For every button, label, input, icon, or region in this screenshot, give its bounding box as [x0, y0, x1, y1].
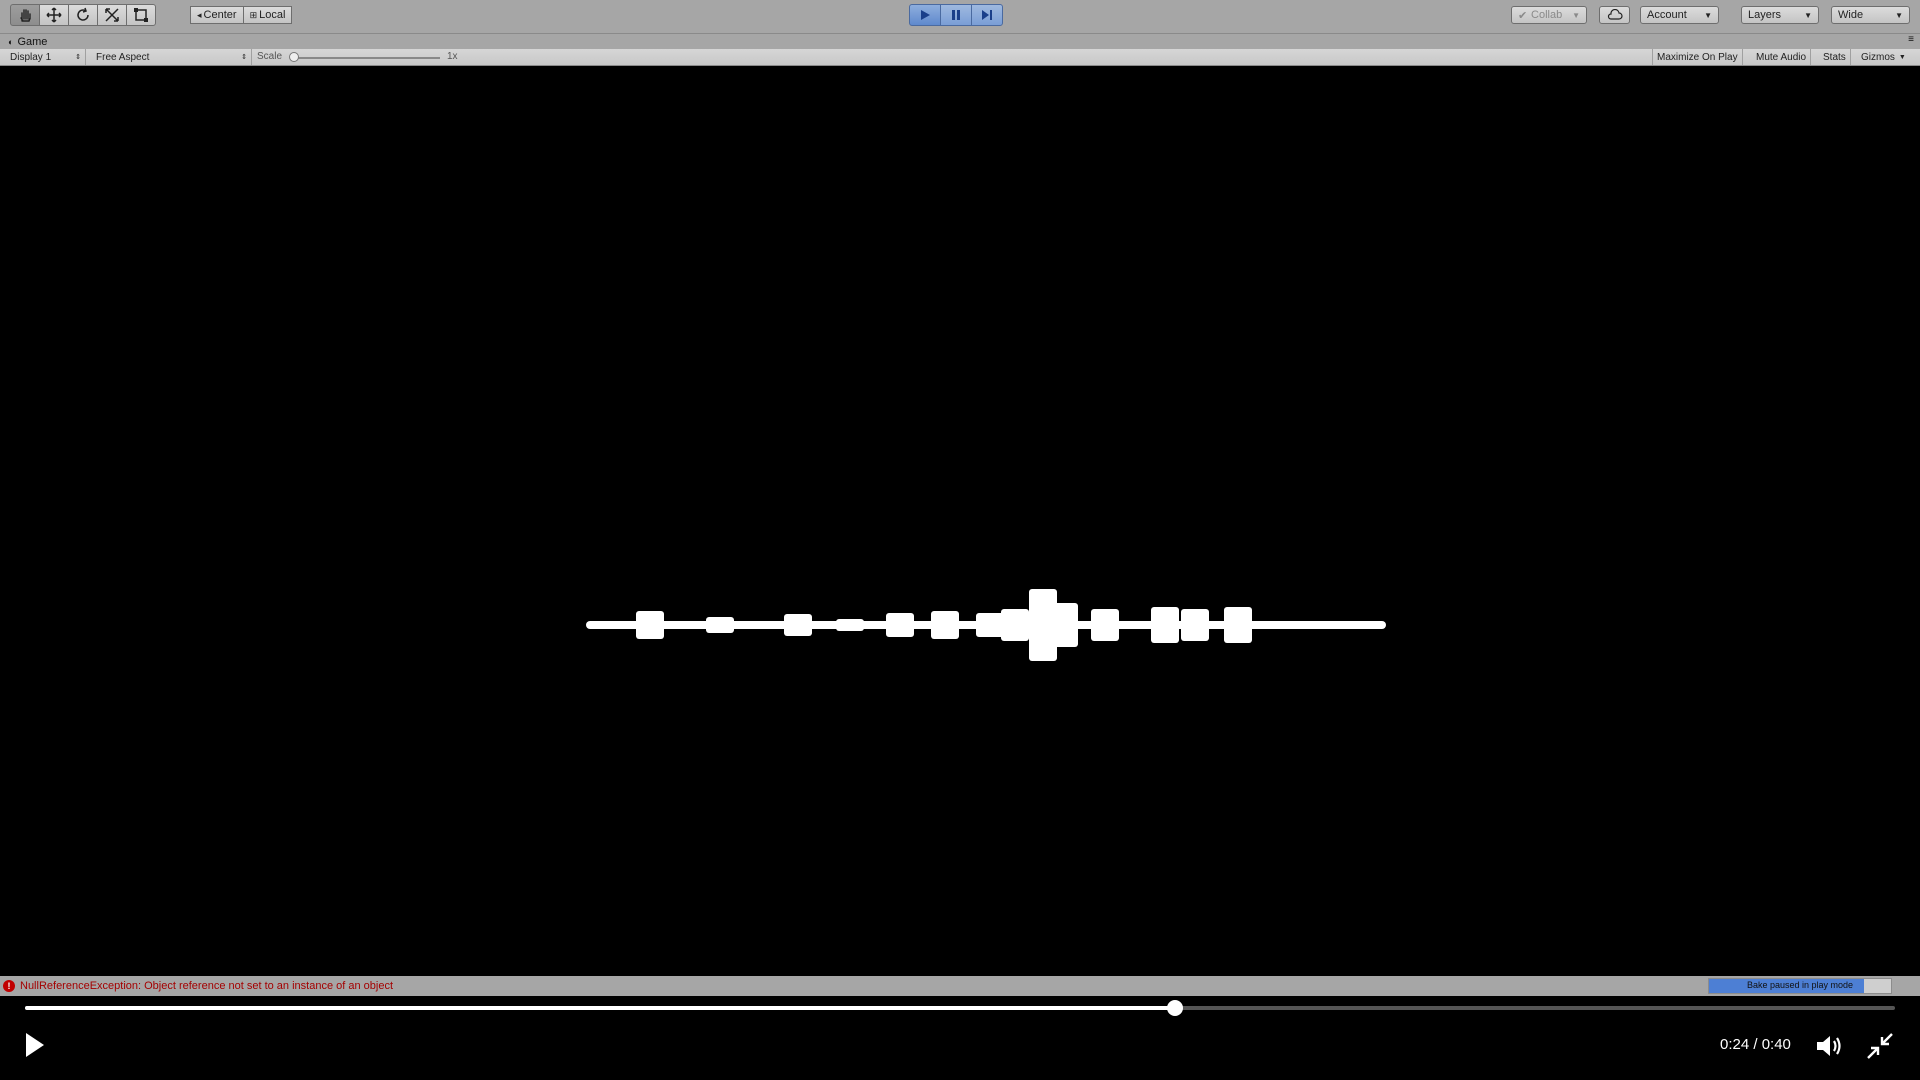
stats-toggle[interactable]: Stats: [1819, 49, 1851, 65]
layers-dropdown[interactable]: Layers ▼: [1741, 6, 1819, 24]
pause-button[interactable]: [940, 4, 972, 26]
scale-icon: [105, 8, 119, 22]
move-icon: [46, 7, 62, 23]
waveform-segment: [836, 619, 864, 631]
menu-icon[interactable]: ≡: [1908, 34, 1914, 45]
waveform-segment: [706, 617, 734, 633]
seek-thumb[interactable]: [1167, 1000, 1184, 1016]
scale-slider-track[interactable]: [292, 57, 440, 59]
seek-bar[interactable]: [25, 1006, 1895, 1010]
error-message[interactable]: NullReferenceException: Object reference…: [20, 980, 393, 992]
cloud-icon: [1607, 9, 1623, 20]
account-dropdown[interactable]: Account ▼: [1640, 6, 1719, 24]
waveform-segment: [886, 613, 914, 637]
chevron-down-icon: ▼: [1895, 10, 1903, 20]
pivot-local-label: Local: [259, 9, 286, 21]
aspect-label: Free Aspect: [96, 51, 150, 63]
waveform-segment: [1050, 603, 1078, 647]
scale-slider-thumb[interactable]: [289, 52, 299, 62]
mute-label: Mute Audio: [1756, 51, 1807, 63]
layout-label: Wide: [1838, 9, 1864, 21]
hand-tool-button[interactable]: [10, 4, 40, 26]
main-toolbar: ◂ Center ⊞ Local ✔ Collab ▼ Account ▼ La…: [0, 0, 1920, 34]
pivot-group: ◂ Center ⊞ Local: [190, 4, 293, 26]
aspect-dropdown[interactable]: Free Aspect ⇕: [92, 49, 252, 65]
stats-label: Stats: [1823, 51, 1846, 63]
hand-icon: [20, 9, 31, 22]
tab-game[interactable]: ◐ Game: [8, 34, 47, 49]
waveform-segment: [1224, 607, 1252, 643]
maximize-label: Maximize On Play: [1657, 51, 1738, 63]
status-bar[interactable]: ! NullReferenceException: Object referen…: [0, 976, 1920, 996]
game-tab-bar: ◐ Game ≡: [0, 34, 1920, 49]
waveform-segment: [1091, 609, 1119, 641]
scale-label: Scale: [257, 51, 283, 62]
exit-fullscreen-button[interactable]: [1864, 1030, 1896, 1062]
waveform-segment: [1151, 607, 1179, 643]
rotate-tool-button[interactable]: [68, 4, 98, 26]
collab-label: Collab: [1531, 9, 1563, 21]
pause-icon: [952, 10, 960, 20]
chevron-down-icon: ▼: [1704, 10, 1712, 20]
updown-icon: ⇕: [75, 54, 81, 61]
game-viewport[interactable]: [0, 66, 1920, 976]
pivot-icon: ◂: [197, 9, 202, 20]
cloud-button[interactable]: [1599, 6, 1630, 24]
playback-controls: [909, 4, 1003, 26]
volume-icon: [1817, 1036, 1841, 1056]
time-display: 0:24 / 0:40: [1720, 1036, 1791, 1053]
display-label: Display 1: [10, 51, 52, 63]
game-tab-icon: ◐: [8, 36, 14, 47]
mute-audio-toggle[interactable]: Mute Audio: [1752, 49, 1812, 65]
account-label: Account: [1647, 9, 1687, 21]
seek-bar-progress: [25, 1006, 1176, 1010]
chevron-down-icon: ▼: [1804, 10, 1812, 20]
gizmos-label: Gizmos: [1861, 51, 1895, 63]
waveform-segment: [931, 611, 959, 639]
volume-button[interactable]: [1814, 1030, 1846, 1062]
play-button[interactable]: [909, 4, 941, 26]
video-play-button[interactable]: [20, 1030, 50, 1060]
audio-waveform-visual: [586, 589, 1386, 661]
rect-tool-button[interactable]: [126, 4, 156, 26]
game-tab-label: Game: [17, 35, 48, 48]
step-button[interactable]: [971, 4, 1003, 26]
collab-dropdown[interactable]: ✔ Collab ▼: [1511, 6, 1587, 24]
gizmos-dropdown[interactable]: Gizmos ▼: [1857, 49, 1910, 65]
display-dropdown[interactable]: Display 1 ⇕: [6, 49, 86, 65]
rotate-icon: [77, 7, 89, 21]
maximize-on-play-toggle[interactable]: Maximize On Play: [1652, 49, 1743, 65]
bake-progress: Bake paused in play mode: [1708, 978, 1892, 994]
error-icon: !: [3, 980, 15, 992]
chevron-down-icon: ▼: [1898, 53, 1906, 61]
waveform-segment: [976, 613, 1004, 637]
transform-tools: [10, 4, 156, 26]
play-icon: [26, 1033, 44, 1057]
move-tool-button[interactable]: [39, 4, 69, 26]
layers-label: Layers: [1748, 9, 1782, 21]
waveform-segment: [1001, 609, 1029, 641]
chevron-down-icon: ▼: [1572, 10, 1580, 20]
pivot-local-button[interactable]: ⊞ Local: [242, 6, 293, 24]
game-view-toolbar: Display 1 ⇕ Free Aspect ⇕ Scale 1x Maxim…: [0, 49, 1920, 66]
waveform-segment: [636, 611, 664, 639]
pivot-center-label: Center: [203, 9, 237, 21]
waveform-segment: [784, 614, 812, 636]
play-icon: [921, 10, 930, 20]
layout-dropdown[interactable]: Wide ▼: [1831, 6, 1910, 24]
scale-value: 1x: [447, 51, 458, 62]
pivot-center-button[interactable]: ◂ Center: [190, 6, 244, 24]
bake-label: Bake paused in play mode: [1746, 980, 1854, 990]
rect-icon: [134, 8, 148, 22]
updown-icon: ⇕: [241, 54, 247, 61]
collab-check-icon: ✔: [1518, 9, 1528, 22]
step-icon: [982, 10, 992, 20]
waveform-segment: [1181, 609, 1209, 641]
exit-fullscreen-icon: [1867, 1033, 1893, 1059]
scale-tool-button[interactable]: [97, 4, 127, 26]
local-icon: ⊞: [249, 9, 258, 20]
